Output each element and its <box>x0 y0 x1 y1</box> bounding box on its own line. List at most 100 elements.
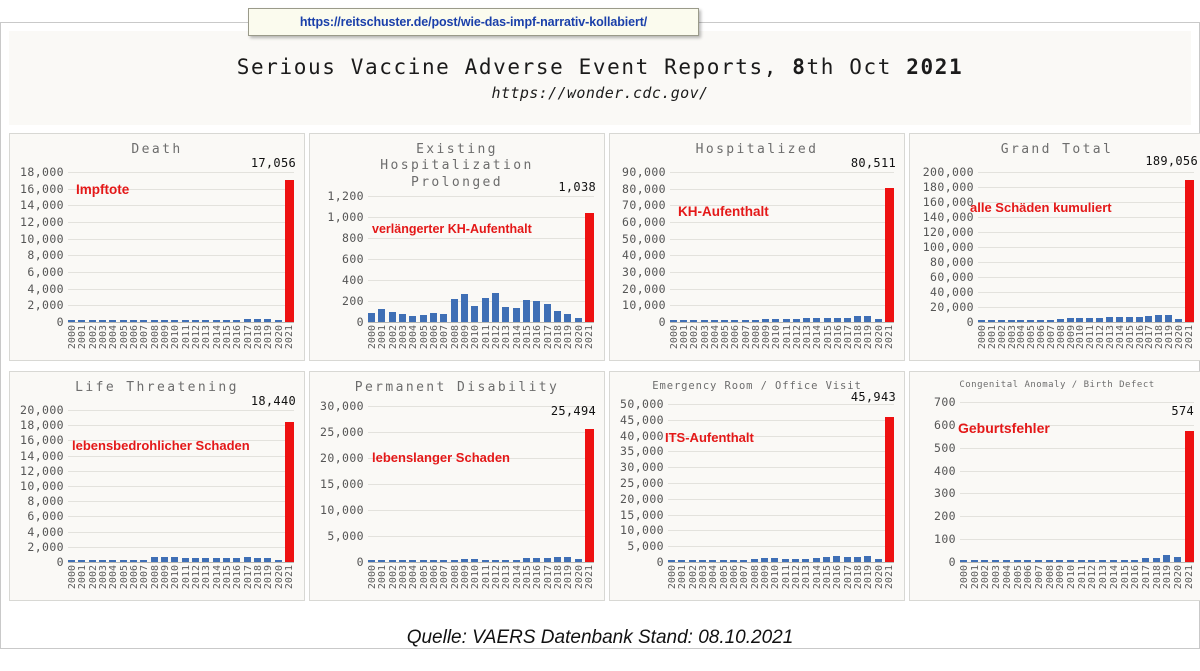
bar <box>140 559 148 562</box>
y-axis-tick-label: 0 <box>948 555 956 569</box>
bar <box>1163 555 1171 562</box>
x-axis-tick-label: 2005 <box>418 325 430 350</box>
bar <box>771 558 779 562</box>
bar <box>460 294 468 322</box>
bar <box>368 313 375 322</box>
x-axis-tick-label: 2019 <box>563 565 575 590</box>
x-axis-tick-label: 2019 <box>1164 325 1176 350</box>
x-axis-tick-label: 2008 <box>750 325 762 350</box>
bar <box>1115 317 1123 322</box>
x-axis-tick-label: 2006 <box>1036 325 1048 350</box>
x-axis-tick-label: 2020 <box>1173 565 1185 590</box>
x-axis-tick-label: 2015 <box>521 565 533 590</box>
y-axis-tick-label: 10,000 <box>20 479 64 493</box>
title-block: Serious Vaccine Adverse Event Reports, 8… <box>9 31 1191 125</box>
bar <box>409 316 417 322</box>
y-axis-tick-label: 12,000 <box>20 463 64 478</box>
x-axis-tick-label: 2011 <box>180 565 192 590</box>
x-axis-tick-label: 2014 <box>811 565 823 590</box>
bar <box>119 320 127 322</box>
bar <box>553 557 561 562</box>
bar <box>992 560 1000 562</box>
y-axis-tick-label: 35,000 <box>620 444 664 459</box>
bar <box>688 560 696 562</box>
x-axis-tick-label: 2004 <box>108 325 120 350</box>
bar <box>1076 317 1084 322</box>
plot-area: 50,000 45,000 40,000 35,000 30,000 25,000 20,0… <box>620 397 894 569</box>
y-axis-tick-label: 80,000 <box>622 181 666 196</box>
x-axis-tick-label: 2004 <box>708 565 720 590</box>
bar <box>741 320 749 322</box>
x-axis-tick-label: 2020 <box>573 325 585 350</box>
bar <box>233 319 241 322</box>
x-axis-tick-label: 2011 <box>780 565 792 590</box>
x-axis-tick-label: 2001 <box>77 565 89 590</box>
bar <box>1013 560 1021 562</box>
bar <box>212 319 220 322</box>
y-axis-tick-label: 90,000 <box>622 165 666 179</box>
bar-series <box>668 404 894 562</box>
x-axis-tick-label: 2001 <box>986 325 998 350</box>
x-axis-tick-label: 2007 <box>439 325 451 350</box>
bar-peak-2021 <box>884 187 894 322</box>
bar <box>450 299 458 322</box>
x-axis-tick-label: 2021 <box>283 325 295 350</box>
x-axis-tick-label: 2012 <box>190 565 202 590</box>
bar <box>533 558 541 562</box>
chart-panel: Existing Hospitalization Prolonged 1,200 1,0… <box>309 133 605 361</box>
x-axis: 2000 2001 2002 2003 2004 2005 2006 2007 2008 2009… <box>67 565 295 600</box>
x-axis-tick-label: 2002 <box>689 325 701 350</box>
x-axis-tick-label: 2002 <box>87 325 99 350</box>
annotation-label: Geburtsfehler <box>958 420 1050 436</box>
bar <box>721 320 729 322</box>
bar <box>543 557 551 562</box>
page-title: Serious Vaccine Adverse Event Reports, 8… <box>237 55 963 79</box>
bar <box>574 559 582 562</box>
url-banner[interactable]: https://reitschuster.de/post/wie-das-imp… <box>248 8 699 36</box>
bar <box>171 557 179 562</box>
x-axis-tick-label: 2011 <box>1085 325 1097 350</box>
bar <box>160 320 168 322</box>
y-axis-tick-label: 40,000 <box>930 285 974 299</box>
plot-area: 1,200 1,000 800 600 400 200 0 <box>327 189 594 329</box>
x-axis-tick-label: 2001 <box>377 565 389 590</box>
y-axis-tick-label: 5,000 <box>327 529 364 543</box>
bar <box>1007 320 1015 322</box>
x-axis: 2000 2001 2002 2003 2004 2005 2006 2007 2008 2009… <box>669 325 895 360</box>
bar <box>731 320 739 322</box>
x-axis-tick-label: 2012 <box>790 565 802 590</box>
x-axis-tick-label: 2004 <box>709 325 721 350</box>
x-axis-tick-label: 2001 <box>677 565 689 590</box>
x-axis-tick-label: 2015 <box>221 325 233 350</box>
x-axis-tick-label: 2011 <box>480 565 492 590</box>
bar <box>853 556 861 562</box>
bar <box>1174 557 1182 562</box>
bar <box>419 560 427 562</box>
x-axis-tick-label: 2013 <box>501 325 513 350</box>
x-axis-tick-label: 2008 <box>149 325 161 350</box>
bar <box>791 558 799 562</box>
bar <box>1109 560 1117 562</box>
bar <box>709 560 717 562</box>
plot-area: 90,000 80,000 70,000 60,000 50,000 40,000 30,0… <box>622 165 894 329</box>
bar-peak-2021 <box>584 429 594 562</box>
bar <box>191 320 199 322</box>
bar <box>1125 316 1133 322</box>
x-axis-tick-label: 2010 <box>1066 565 1078 590</box>
bar <box>253 319 261 322</box>
bar <box>1037 320 1045 322</box>
chart-panel: Permanent Disability 30,000 25,000 20,000 15… <box>309 371 605 601</box>
x-axis-tick-label: 2003 <box>991 565 1003 590</box>
x-axis: 2000 2001 2002 2003 2004 2005 2006 2007 2008 2009… <box>367 325 595 360</box>
bar <box>1056 318 1064 322</box>
bar <box>398 560 406 562</box>
x-axis-tick-label: 2017 <box>1140 565 1152 590</box>
bar <box>574 318 582 322</box>
bar <box>1045 560 1053 562</box>
bar <box>981 560 989 562</box>
y-axis-tick-label: 20,000 <box>20 403 64 417</box>
axis-baseline <box>68 562 294 563</box>
bar-peak-2021 <box>284 421 294 562</box>
x-axis-tick-label: 2013 <box>802 325 814 350</box>
bar <box>874 559 882 562</box>
